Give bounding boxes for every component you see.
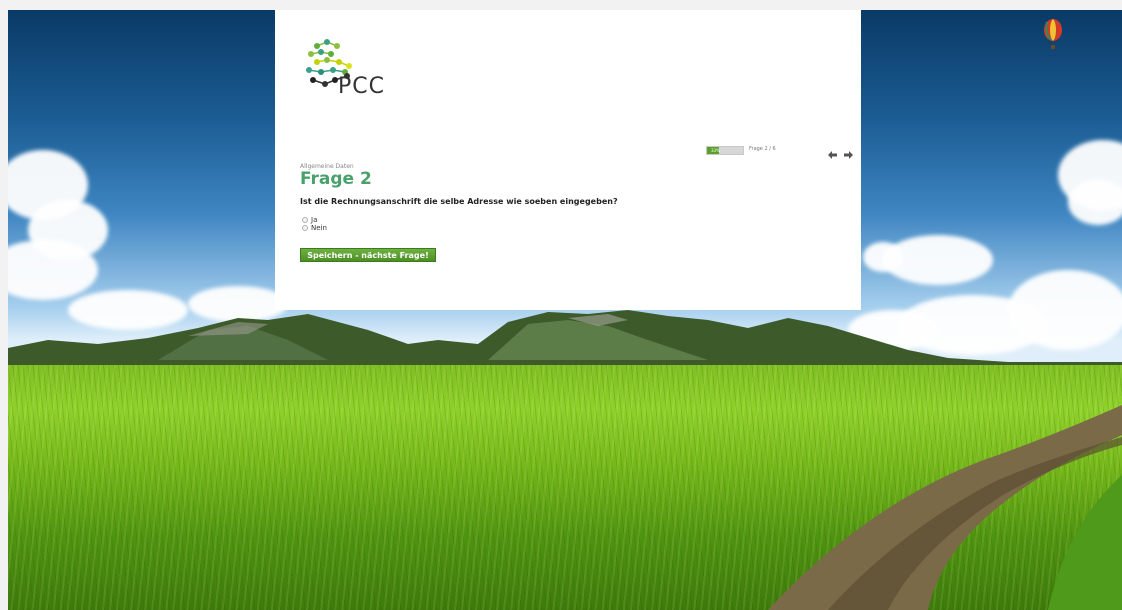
option-label: Nein <box>311 224 327 232</box>
brand-name: PCC <box>338 74 385 99</box>
question-counter: Frage 2 / 6 <box>749 146 776 152</box>
cloud <box>1068 180 1122 225</box>
question-title: Frage 2 <box>300 169 372 189</box>
progress-percent: 33% <box>711 148 720 153</box>
answer-options: Ja Nein <box>302 216 327 232</box>
option-ja[interactable]: Ja <box>302 216 327 224</box>
save-next-button[interactable]: Speichern - nächste Frage! <box>300 248 436 262</box>
hot-air-balloon-image <box>1044 19 1062 49</box>
question-text: Ist die Rechnungsanschrift die selbe Adr… <box>300 197 618 206</box>
progress-bar: 33% <box>706 146 744 155</box>
arrow-right-icon[interactable] <box>843 145 854 159</box>
option-nein[interactable]: Nein <box>302 224 327 232</box>
survey-panel: PCC 33% Frage 2 / 6 Allgemeine Daten Fra… <box>275 10 861 310</box>
dirt-path <box>768 405 1122 610</box>
option-label: Ja <box>311 216 318 224</box>
radio-button[interactable] <box>302 217 308 223</box>
question-navigation <box>827 145 854 164</box>
radio-button[interactable] <box>302 225 308 231</box>
arrow-left-icon[interactable] <box>827 145 838 159</box>
cloud <box>863 242 903 272</box>
